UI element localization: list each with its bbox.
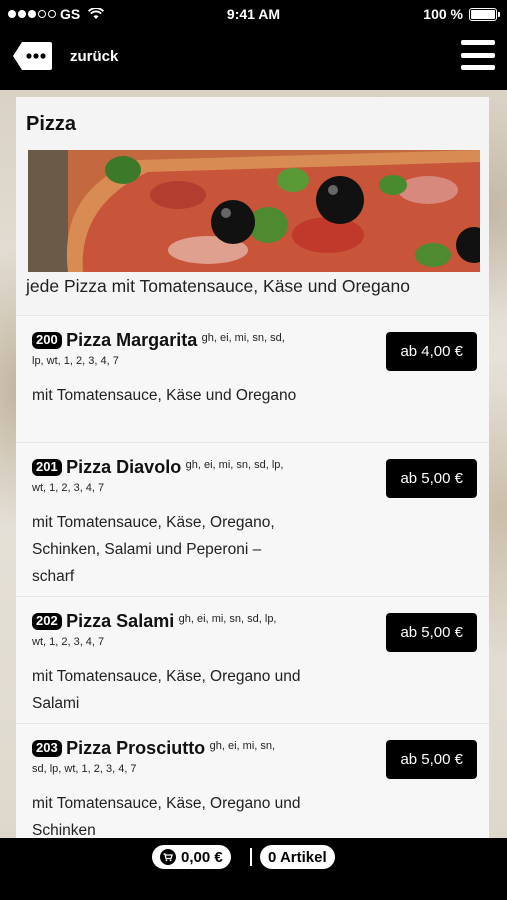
item-description: mit Tomatensauce, Käse, Oregano und Sala… xyxy=(32,668,301,713)
item-allergens: gh, ei, mi, sn, sd, lp, xyxy=(178,613,277,625)
menu-item-header: 201 Pizza Diavolo gh, ei, mi, sn, sd, lp… xyxy=(32,457,322,495)
item-description: mit Tomatensauce, Käse, Oregano und Schi… xyxy=(32,795,301,838)
article-count: 0 Artikel xyxy=(268,848,327,866)
menu-item[interactable]: 203 Pizza Prosciutto gh, ei, mi, sn, sd,… xyxy=(16,723,489,838)
item-number-badge: 200 xyxy=(32,332,62,349)
cart-total-button[interactable]: 0,00 € xyxy=(152,845,231,869)
menu-item[interactable]: 202 Pizza Salami gh, ei, mi, sn, sd, lp,… xyxy=(16,596,489,723)
item-allergens: gh, ei, mi, sn, sd, xyxy=(201,332,285,344)
price-button[interactable]: ab 5,00 € xyxy=(386,613,477,652)
article-count-button[interactable]: 0 Artikel xyxy=(260,845,335,869)
item-number-badge: 203 xyxy=(32,740,62,757)
back-label: zurück xyxy=(70,47,119,65)
navigation-bar: zurück xyxy=(0,28,507,90)
section-title: Pizza xyxy=(26,113,77,135)
battery-percent: 100 % xyxy=(423,6,463,22)
item-number-badge: 201 xyxy=(32,459,62,476)
cart-total: 0,00 € xyxy=(181,848,223,866)
shopping-cart-icon xyxy=(160,849,176,865)
item-allergens-cont: lp, wt, 1, 2, 3, 4, 7 xyxy=(32,355,119,368)
menu-item[interactable]: 201 Pizza Diavolo gh, ei, mi, sn, sd, lp… xyxy=(16,442,489,596)
back-icon xyxy=(13,42,52,70)
status-bar: GS 9:41 AM 100 % xyxy=(0,0,507,28)
price-button[interactable]: ab 5,00 € xyxy=(386,740,477,779)
item-description: mit Tomatensauce, Käse und Oregano xyxy=(32,387,297,405)
item-allergens-cont: wt, 1, 2, 3, 4, 7 xyxy=(32,636,105,649)
menu-item-header: 203 Pizza Prosciutto gh, ei, mi, sn, sd,… xyxy=(32,738,322,776)
back-button[interactable]: zurück xyxy=(12,40,118,72)
item-number-badge: 202 xyxy=(32,613,62,630)
section-description: jede Pizza mit Tomatensauce, Käse und Or… xyxy=(26,276,410,296)
battery-icon xyxy=(469,7,500,21)
menu-section-card: Pizza jede Pizza mit Tomatensauce, Käse … xyxy=(16,97,489,838)
item-name: Pizza Prosciutto xyxy=(66,738,206,758)
battery-status: 100 % xyxy=(423,6,500,22)
item-allergens: gh, ei, mi, sn, sd, lp, xyxy=(185,459,284,471)
item-name: Pizza Margarita xyxy=(66,330,198,350)
price-button[interactable]: ab 4,00 € xyxy=(386,332,477,371)
menu-item-header: 200 Pizza Margarita gh, ei, mi, sn, sd, … xyxy=(32,330,322,368)
item-name: Pizza Diavolo xyxy=(66,457,182,477)
cart-bar: 0,00 € 0 Artikel xyxy=(0,838,507,900)
item-name: Pizza Salami xyxy=(66,611,175,631)
item-allergens-cont: sd, lp, wt, 1, 2, 3, 4, 7 xyxy=(32,763,137,776)
menu-item-list: 200 Pizza Margarita gh, ei, mi, sn, sd, … xyxy=(16,315,489,838)
hamburger-menu-icon[interactable] xyxy=(461,40,495,70)
menu-item-header: 202 Pizza Salami gh, ei, mi, sn, sd, lp,… xyxy=(32,611,322,649)
item-description: mit Tomatensauce, Käse, Oregano, Schinke… xyxy=(32,514,275,586)
pizza-image xyxy=(28,150,480,272)
item-allergens-cont: wt, 1, 2, 3, 4, 7 xyxy=(32,482,105,495)
item-allergens: gh, ei, mi, sn, xyxy=(209,740,276,752)
price-button[interactable]: ab 5,00 € xyxy=(386,459,477,498)
menu-item[interactable]: 200 Pizza Margarita gh, ei, mi, sn, sd, … xyxy=(16,315,489,442)
bar-divider xyxy=(250,848,252,866)
